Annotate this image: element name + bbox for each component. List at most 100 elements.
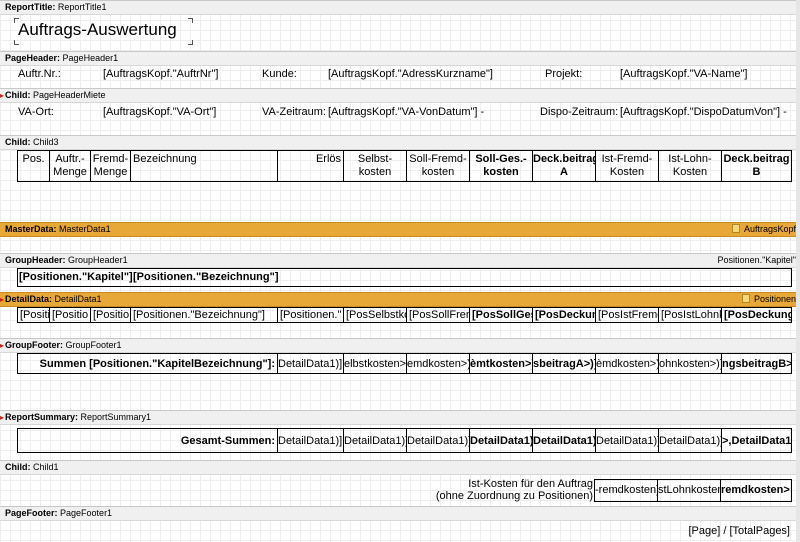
sum-selbstkosten[interactable]: elbstkosten>)] — [344, 354, 407, 373]
total-ist-lohnkosten[interactable]: DetailData1)] — [659, 429, 722, 452]
band-title-report-title[interactable]: ReportTitle: ReportTitle1 — [0, 0, 800, 15]
band-title-report-summary[interactable]: ▸ ReportSummary: ReportSummary1 — [0, 410, 800, 425]
kunde-label[interactable]: Kunde: — [262, 68, 297, 81]
detail-cell-ist-fremdkosten[interactable]: [PosIstFremd — [596, 308, 659, 322]
col-header-soll-fremdkosten[interactable]: Soll-Fremd-kosten — [407, 151, 470, 181]
sum-deckungsbeitrag-a[interactable]: sbeitragA>)] — [533, 354, 596, 373]
report-summary-row: Gesamt-Summen: DetailData1)] DetailData1… — [17, 428, 792, 453]
selection-corner — [188, 40, 193, 45]
detail-cell-bezeichnung[interactable]: [Positionen."Bezeichnung"] — [131, 308, 278, 322]
band-type-label: PageHeader: — [5, 53, 61, 63]
band-id-label: GroupHeader1 — [68, 255, 128, 265]
sum-soll-gesamtkosten[interactable]: èmtkosten>)] — [470, 354, 533, 373]
projekt-field[interactable]: [AuftragsKopf."VA-Name"] — [620, 68, 747, 81]
sum-ist-lohnkosten[interactable]: ohnkosten>)] — [659, 354, 722, 373]
band-title-child-miete[interactable]: ▸ Child: PageHeaderMiete — [0, 88, 800, 103]
band-marker-icon: ▸ — [0, 413, 5, 422]
col-header-soll-gesamtkosten[interactable]: Soll-Ges.- kosten — [470, 151, 533, 181]
band-marker-icon: ▸ — [0, 91, 5, 100]
band-type-label: ReportTitle: — [5, 2, 56, 12]
band-title-child1[interactable]: Child: Child1 — [0, 460, 800, 475]
sum-deckungsbeitrag-b[interactable]: ngsbeitragB>)] — [722, 354, 791, 373]
band-id-label: PageHeader1 — [62, 53, 119, 63]
projekt-label[interactable]: Projekt: — [545, 68, 582, 81]
band-title-detail-data[interactable]: ▸ DetailData: DetailData1 Positionen — [0, 292, 800, 307]
band-id-label: GroupFooter1 — [65, 340, 122, 350]
band-title-group-header[interactable]: GroupHeader: GroupHeader1 Positionen."Ka… — [0, 253, 800, 268]
band-type-label: PageFooter: — [5, 508, 58, 518]
total-ist-fremdkosten[interactable]: DetailData1)] — [596, 429, 659, 452]
band-type-label: Child: — [5, 90, 31, 100]
col-header-selbstkosten[interactable]: Selbst-kosten — [344, 151, 407, 181]
col-header-bezeichnung[interactable]: Bezeichnung — [131, 151, 278, 181]
total-erloes[interactable]: DetailData1)] — [278, 429, 344, 452]
selection-corner — [14, 18, 19, 23]
band-title-page-footer[interactable]: PageFooter: PageFooter1 — [0, 506, 800, 521]
col-header-ist-lohnkosten[interactable]: Ist-Lohn- Kosten — [659, 151, 722, 181]
va-ort-label[interactable]: VA-Ort: — [18, 106, 54, 119]
group-footer-row: Summen [Positionen."KapitelBezeichnung"]… — [17, 353, 792, 374]
va-zeitraum-field[interactable]: [AuftragsKopf."VA-VonDatum"] - — [328, 106, 484, 119]
va-ort-field[interactable]: [AuftragsKopf."VA-Ort"] — [103, 106, 216, 119]
total-deckungsbeitrag-b[interactable]: >,DetailData1)] — [722, 429, 791, 452]
column-header-row: Pos. Auftr.- Menge Fremd- Menge Bezeichnun… — [17, 150, 792, 182]
kapitel-field[interactable]: [Positionen."Kapitel"]. — [19, 271, 136, 284]
kunde-field[interactable]: [AuftragsKopf."AdressKurzname"] — [328, 68, 493, 81]
col-header-deckungsbeitrag-b[interactable]: Deck.beitrag B — [722, 151, 791, 181]
dispo-zeitraum-field[interactable]: [AuftragsKopf."DispoDatumVon"] - — [620, 106, 787, 119]
detail-cell-auftr-menge[interactable]: [Positio — [50, 308, 91, 322]
kapitel-bezeichnung-field[interactable]: [Positionen."Bezeichnung"] — [133, 271, 279, 284]
detail-cell-deckungsbeitrag-a[interactable]: [PosDeckun — [533, 308, 596, 322]
ist-fremdkosten-total[interactable]: -remdkosten] — [595, 480, 658, 501]
detail-cell-selbstkosten[interactable]: [PosSelbstko — [344, 308, 407, 322]
ist-kosten-label-line2[interactable]: (ohne Zuordnung zu Positionen) — [420, 490, 593, 503]
sum-erloes[interactable]: DetailData1)] — [278, 354, 344, 373]
col-header-erloes[interactable]: Erlös — [278, 151, 344, 181]
total-selbstkosten[interactable]: DetailData1)] — [344, 429, 407, 452]
detail-cell-deckungsbeitrag-b[interactable]: [PosDeckung — [722, 308, 791, 322]
database-icon — [741, 294, 750, 303]
ist-lohnkosten-total[interactable]: stLohnkosten] — [658, 480, 721, 501]
band-type-label: Child: — [5, 462, 31, 472]
va-zeitraum-label[interactable]: VA-Zeitraum: — [262, 106, 326, 119]
col-header-pos[interactable]: Pos. — [18, 151, 50, 181]
ist-kosten-sum[interactable]: remdkosten> ] — [721, 480, 791, 501]
band-type-label: ReportSummary: — [5, 412, 79, 422]
detail-cell-soll-gesamtkosten[interactable]: [PosSollGes — [470, 308, 533, 322]
total-deckungsbeitrag-a[interactable]: DetailData1)] — [533, 429, 596, 452]
total-soll-gesamtkosten[interactable]: DetailData1)] — [470, 429, 533, 452]
sum-soll-fremdkosten[interactable]: emdkosten>)] — [407, 354, 470, 373]
band-type-label: MasterData: — [5, 224, 57, 234]
band-id-label: PageHeaderMiete — [33, 90, 106, 100]
page-number-field[interactable]: [Page] / [TotalPages] — [600, 525, 790, 538]
detail-cell-erloes[interactable]: [Positionen." — [278, 308, 344, 322]
band-id-label: Child3 — [33, 137, 59, 147]
band-id-label: PageFooter1 — [60, 508, 113, 518]
band-type-label: GroupFooter: — [5, 340, 63, 350]
auftr-nr-field[interactable]: [AuftragsKopf."AuftrNr"] — [103, 68, 218, 81]
report-title-text[interactable]: Auftrags-Auswertung — [18, 20, 177, 40]
detail-cell-pos[interactable]: [Positi — [18, 308, 50, 322]
detail-cell-fremd-menge[interactable]: [Positio — [91, 308, 131, 322]
band-title-child3[interactable]: Child: Child3 — [0, 135, 800, 150]
band-id-label: ReportTitle1 — [57, 2, 107, 12]
summen-label[interactable]: Summen [Positionen."KapitelBezeichnung"]… — [18, 354, 278, 373]
dispo-zeitraum-label[interactable]: Dispo-Zeitraum: — [540, 106, 618, 119]
band-id-label: MasterData1 — [59, 224, 111, 234]
col-header-fremd-menge[interactable]: Fremd- Menge — [91, 151, 131, 181]
band-title-master-data[interactable]: MasterData: MasterData1 AuftragsKopf — [0, 222, 800, 237]
col-header-auftr-menge[interactable]: Auftr.- Menge — [50, 151, 91, 181]
col-header-deckungsbeitrag-a[interactable]: Deck.beitrag A — [533, 151, 596, 181]
selection-corner — [14, 40, 19, 45]
band-title-group-footer[interactable]: ▸ GroupFooter: GroupFooter1 — [0, 338, 800, 353]
vertical-scrollbar[interactable] — [796, 0, 800, 542]
band-title-page-header[interactable]: PageHeader: PageHeader1 — [0, 51, 800, 66]
total-soll-fremdkosten[interactable]: DetailData1)] — [407, 429, 470, 452]
datasource-label: AuftragsKopf — [731, 223, 796, 236]
detail-cell-ist-lohnkosten[interactable]: [PosIstLohnk — [659, 308, 722, 322]
sum-ist-fremdkosten[interactable]: èmdkosten>)] — [596, 354, 659, 373]
col-header-ist-fremdkosten[interactable]: Ist-Fremd- Kosten — [596, 151, 659, 181]
auftr-nr-label[interactable]: Auftr.Nr.: — [18, 68, 61, 81]
gesamt-summen-label[interactable]: Gesamt-Summen: — [18, 429, 278, 452]
detail-cell-soll-fremdkosten[interactable]: [PosSollFrem — [407, 308, 470, 322]
